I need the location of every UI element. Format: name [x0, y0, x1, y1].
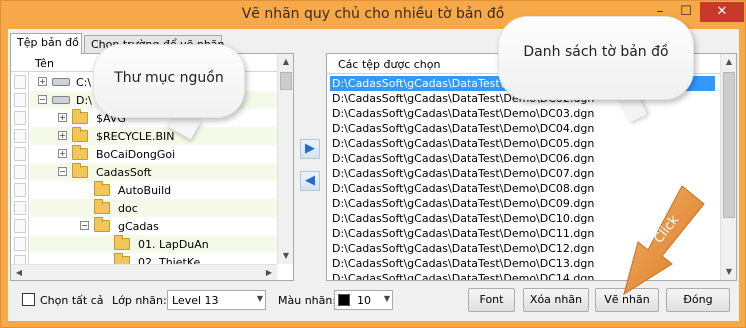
- layer-select[interactable]: Level 13 ▼: [167, 290, 266, 310]
- tree-item[interactable]: 01. LapDuAn: [30, 235, 277, 253]
- scroll-down-icon[interactable]: ▼: [721, 264, 736, 280]
- row-selector[interactable]: [14, 111, 26, 125]
- tab-map-files[interactable]: Tệp bản đồ: [10, 33, 82, 54]
- tree-item-label: C:\: [76, 76, 92, 89]
- scroll-thumb[interactable]: [723, 72, 735, 218]
- tree-item[interactable]: + BoCaiDongGoi: [30, 145, 277, 163]
- tree-item[interactable]: doc: [30, 199, 277, 217]
- callout-map-list: Danh sách tờ bản đồ: [498, 16, 694, 100]
- row-selector[interactable]: [14, 93, 26, 107]
- file-list-item[interactable]: D:\CadasSoft\gCadas\DataTest\Demo\DC07.d…: [330, 166, 715, 181]
- folder-icon: [72, 145, 88, 160]
- file-list-scrollbar[interactable]: ▲ ▼: [720, 54, 736, 280]
- file-list-header-label: Các tệp được chọn: [338, 58, 441, 71]
- row-selector[interactable]: [14, 129, 26, 143]
- scroll-up-icon[interactable]: ▲: [278, 54, 293, 70]
- expand-icon[interactable]: +: [38, 77, 47, 86]
- tree-item-label: gCadas: [118, 220, 159, 233]
- folder-icon: [72, 109, 88, 124]
- tree-item-label: CadasSoft: [96, 166, 152, 179]
- callout-map-list-text: Danh sách tờ bản đồ: [523, 44, 669, 60]
- scroll-right-icon[interactable]: ▶: [261, 265, 277, 280]
- scroll-down-icon[interactable]: ▼: [278, 248, 293, 264]
- folder-icon: [114, 235, 130, 250]
- tree-item-label: AutoBuild: [118, 184, 172, 197]
- scroll-thumb[interactable]: [280, 72, 292, 90]
- drive-icon: [52, 78, 70, 86]
- file-list-item[interactable]: D:\CadasSoft\gCadas\DataTest\Demo\DC04.d…: [330, 121, 715, 136]
- tree-item[interactable]: − gCadas: [30, 217, 277, 235]
- collapse-icon[interactable]: −: [58, 167, 67, 176]
- scroll-left-icon[interactable]: ◀: [11, 265, 27, 280]
- row-selector[interactable]: [14, 237, 26, 251]
- tree-item-label: D:\: [76, 94, 92, 107]
- select-all-label: Chọn tất cả: [40, 294, 104, 307]
- folder-icon: [72, 163, 88, 178]
- remove-file-button[interactable]: ◀: [300, 171, 320, 191]
- row-selector[interactable]: [14, 201, 26, 215]
- row-selector[interactable]: [14, 147, 26, 161]
- tree-header-label: Tên: [35, 57, 54, 70]
- scroll-up-icon[interactable]: ▲: [721, 54, 736, 70]
- callout-source-folder: Thư mục nguồn: [93, 44, 245, 118]
- color-label: Màu nhãn:: [278, 294, 337, 307]
- tree-item[interactable]: AutoBuild: [30, 181, 277, 199]
- collapse-icon[interactable]: −: [38, 95, 47, 104]
- tree-item-label: $RECYCLE.BIN: [96, 130, 175, 143]
- layer-label: Lớp nhãn:: [112, 294, 167, 307]
- click-arrow-annotation: Click: [612, 182, 708, 302]
- font-button[interactable]: Font: [468, 288, 515, 312]
- tree-vertical-scrollbar[interactable]: ▲ ▼: [277, 54, 293, 264]
- color-select[interactable]: 10 ▼: [334, 290, 393, 310]
- layer-value: Level 13: [172, 294, 219, 307]
- file-list-item[interactable]: D:\CadasSoft\gCadas\DataTest\Demo\DC06.d…: [330, 151, 715, 166]
- folder-icon: [72, 127, 88, 142]
- tree-item-label: doc: [118, 202, 138, 215]
- color-value: 10: [357, 294, 371, 307]
- arrow-right-icon: ▶: [305, 141, 315, 156]
- row-selector[interactable]: [14, 165, 26, 179]
- drive-icon: [52, 96, 70, 104]
- chevron-down-icon: ▼: [383, 294, 390, 303]
- folder-icon: [94, 217, 110, 232]
- file-list-item[interactable]: D:\CadasSoft\gCadas\DataTest\Demo\DC03.d…: [330, 106, 715, 121]
- file-list-item[interactable]: D:\CadasSoft\gCadas\DataTest\Demo\DC05.d…: [330, 136, 715, 151]
- color-swatch: [338, 294, 350, 306]
- tree-item[interactable]: − CadasSoft: [30, 163, 277, 181]
- expand-icon[interactable]: +: [58, 149, 67, 158]
- expand-icon[interactable]: +: [58, 131, 67, 140]
- add-file-button[interactable]: ▶: [300, 139, 320, 159]
- folder-icon: [94, 181, 110, 196]
- expand-icon[interactable]: +: [58, 113, 67, 122]
- clear-labels-button[interactable]: Xóa nhãn: [523, 288, 589, 312]
- tree-gutter: [11, 54, 29, 280]
- close-window-button[interactable]: ✕: [700, 2, 744, 22]
- tree-item-label: BoCaiDongGoi: [96, 148, 176, 161]
- arrow-left-icon: ◀: [305, 173, 315, 188]
- chevron-down-icon: ▼: [256, 294, 263, 303]
- move-buttons: ▶ ◀: [296, 53, 324, 281]
- collapse-icon[interactable]: −: [80, 221, 89, 230]
- callout-source-folder-text: Thư mục nguồn: [114, 70, 224, 86]
- row-selector[interactable]: [14, 75, 26, 89]
- row-selector[interactable]: [14, 219, 26, 233]
- click-arrow-icon: Click: [623, 185, 705, 296]
- tree-horizontal-scrollbar[interactable]: ◀ ▶: [11, 264, 277, 280]
- folder-icon: [94, 199, 110, 214]
- row-selector[interactable]: [14, 183, 26, 197]
- tree-item[interactable]: + $RECYCLE.BIN: [30, 127, 277, 145]
- tree-item-label: 01. LapDuAn: [138, 238, 209, 251]
- select-all-checkbox[interactable]: [22, 293, 35, 306]
